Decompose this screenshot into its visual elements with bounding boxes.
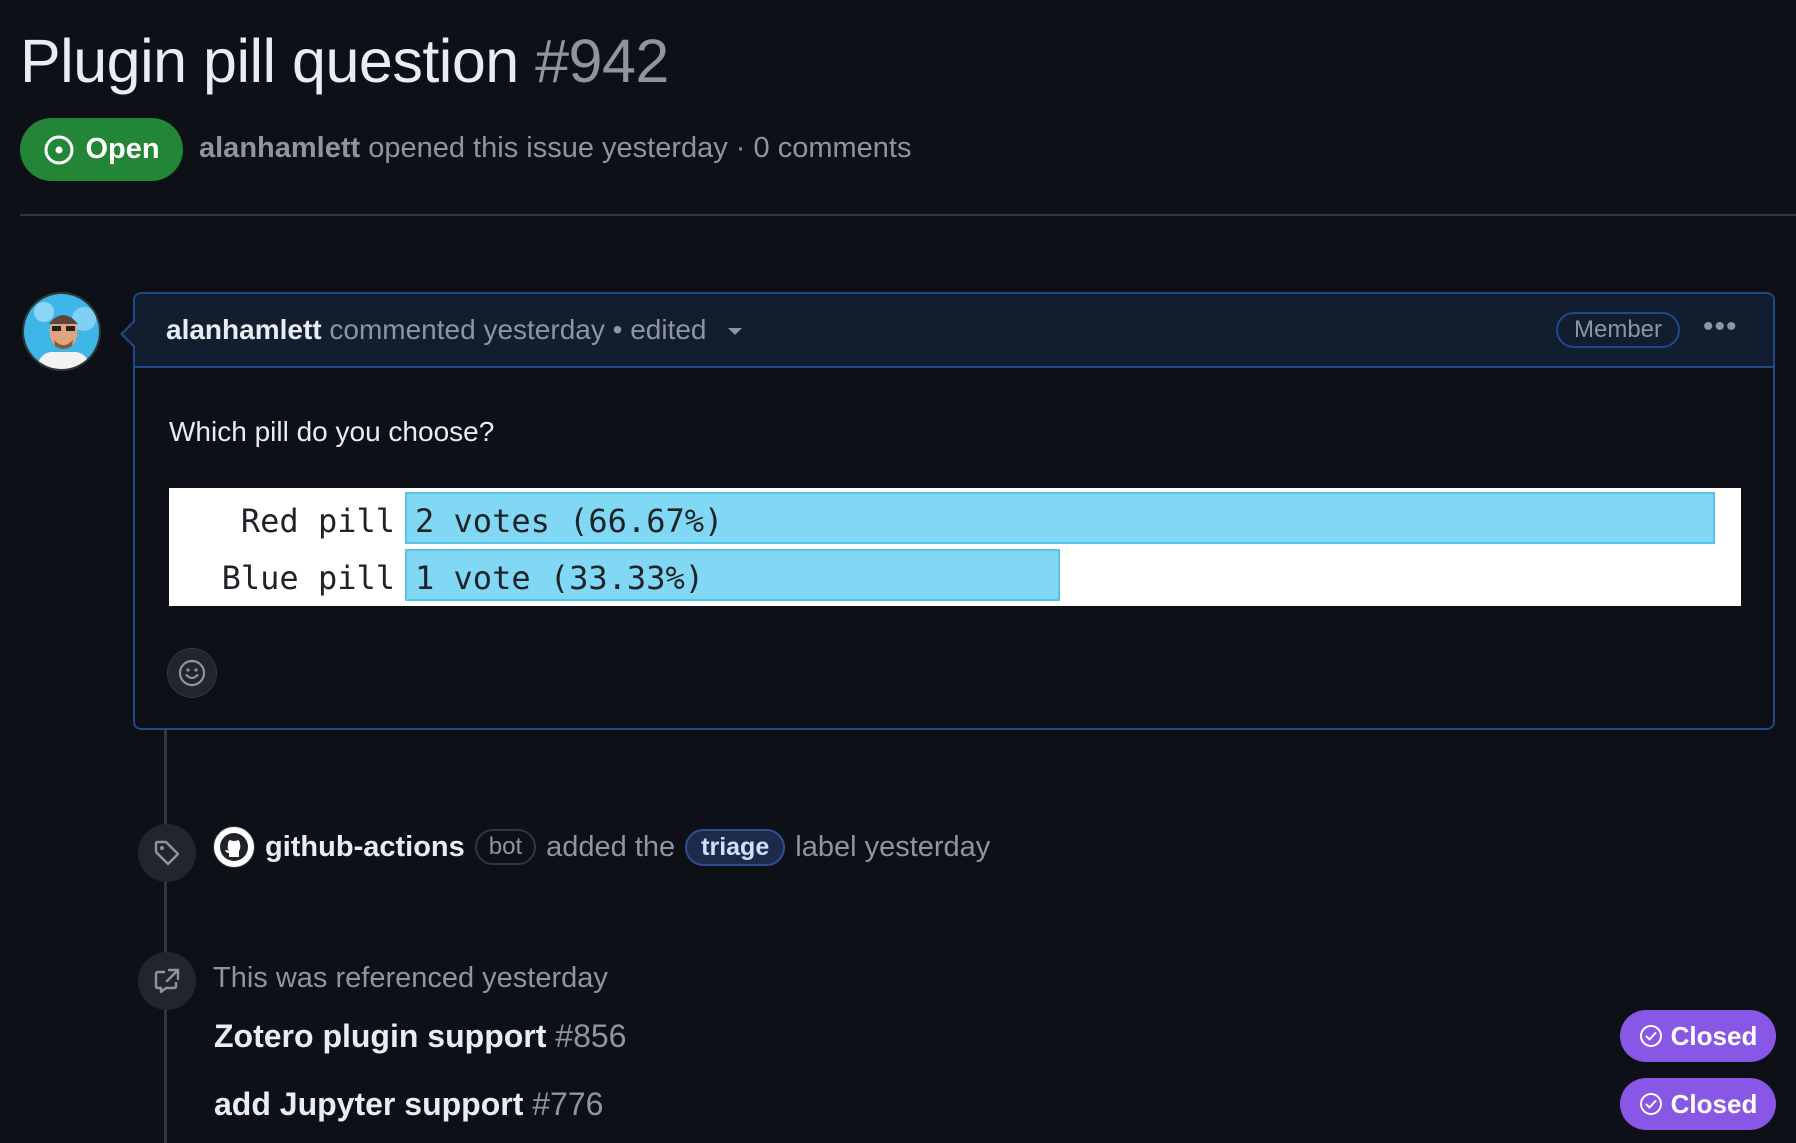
label-triage[interactable]: triage bbox=[685, 828, 786, 866]
reference-title[interactable]: add Jupyter support bbox=[214, 1086, 523, 1122]
issue-title: Plugin pill question #942 bbox=[20, 26, 669, 96]
reference-item[interactable]: add Jupyter support #776 bbox=[214, 1086, 603, 1123]
comment-arrow-fill bbox=[123, 322, 135, 346]
reference-number: #856 bbox=[555, 1018, 627, 1054]
reference-number: #776 bbox=[532, 1086, 604, 1122]
issue-meta: alanhamlett opened this issue yesterday … bbox=[199, 132, 911, 165]
check-circle-icon bbox=[1639, 1093, 1662, 1115]
issue-author-link[interactable]: alanhamlett bbox=[199, 132, 360, 164]
label-event: github-actions bot added the triage labe… bbox=[213, 826, 990, 868]
poll-option-label: Blue pill bbox=[221, 559, 395, 597]
issue-open-icon bbox=[44, 135, 74, 164]
reference-event: This was referenced yesterday bbox=[213, 962, 608, 995]
add-reaction-button[interactable] bbox=[167, 648, 217, 698]
event-text: added the bbox=[546, 830, 676, 863]
kebab-icon[interactable]: ••• bbox=[1703, 310, 1738, 344]
event-actor-link[interactable]: github-actions bbox=[265, 831, 465, 864]
issue-meta-text: opened this issue yesterday · 0 comments bbox=[368, 132, 912, 164]
caret-down-icon[interactable] bbox=[728, 328, 743, 336]
github-logo-icon[interactable] bbox=[213, 826, 255, 868]
comment-body: Which pill do you choose? bbox=[169, 416, 495, 447]
closed-badge: Closed bbox=[1620, 1010, 1776, 1062]
cross-reference-icon bbox=[154, 968, 180, 994]
reference-event-text[interactable]: This was referenced yesterday bbox=[213, 962, 608, 995]
poll-row: Blue pill 1 vote (33.33%) bbox=[169, 549, 1741, 603]
timeline-badge-label bbox=[138, 824, 196, 882]
timeline-badge-reference bbox=[138, 952, 196, 1010]
closed-badge-label: Closed bbox=[1670, 1088, 1758, 1119]
reference-item[interactable]: Zotero plugin support #856 bbox=[214, 1018, 626, 1055]
reference-title[interactable]: Zotero plugin support bbox=[214, 1018, 546, 1054]
tag-icon bbox=[154, 840, 180, 866]
issue-number: #942 bbox=[535, 27, 669, 95]
comment-box: alanhamlett commented yesterday • edited… bbox=[133, 292, 1775, 730]
poll-bar-text: 1 vote (33.33%) bbox=[415, 559, 704, 597]
closed-badge-label: Closed bbox=[1670, 1020, 1758, 1051]
avatar[interactable] bbox=[22, 292, 101, 371]
bot-badge: bot bbox=[474, 829, 537, 865]
issue-title-text: Plugin pill question bbox=[20, 27, 519, 95]
check-circle-icon bbox=[1639, 1025, 1662, 1047]
comment-author-link[interactable]: alanhamlett bbox=[166, 314, 322, 345]
comment-timestamp[interactable]: commented yesterday • edited bbox=[329, 314, 706, 345]
issue-state-label: Open bbox=[85, 133, 160, 165]
comment-header: alanhamlett commented yesterday • edited… bbox=[135, 294, 1773, 368]
member-badge: Member bbox=[1556, 312, 1680, 348]
timeline-line bbox=[164, 730, 167, 1143]
issue-state-badge: Open bbox=[20, 118, 183, 181]
poll-bar-text: 2 votes (66.67%) bbox=[415, 502, 724, 540]
event-text-after[interactable]: label yesterday bbox=[795, 831, 990, 864]
closed-badge: Closed bbox=[1620, 1078, 1776, 1130]
header-divider bbox=[20, 214, 1796, 216]
poll-chart: Red pill 2 votes (66.67%) Blue pill 1 vo… bbox=[169, 488, 1741, 606]
avatar-image bbox=[24, 294, 99, 369]
comment-header-text: alanhamlett commented yesterday • edited bbox=[166, 314, 743, 346]
smiley-icon bbox=[178, 659, 206, 687]
poll-row: Red pill 2 votes (66.67%) bbox=[169, 492, 1741, 546]
poll-option-label: Red pill bbox=[240, 502, 395, 540]
